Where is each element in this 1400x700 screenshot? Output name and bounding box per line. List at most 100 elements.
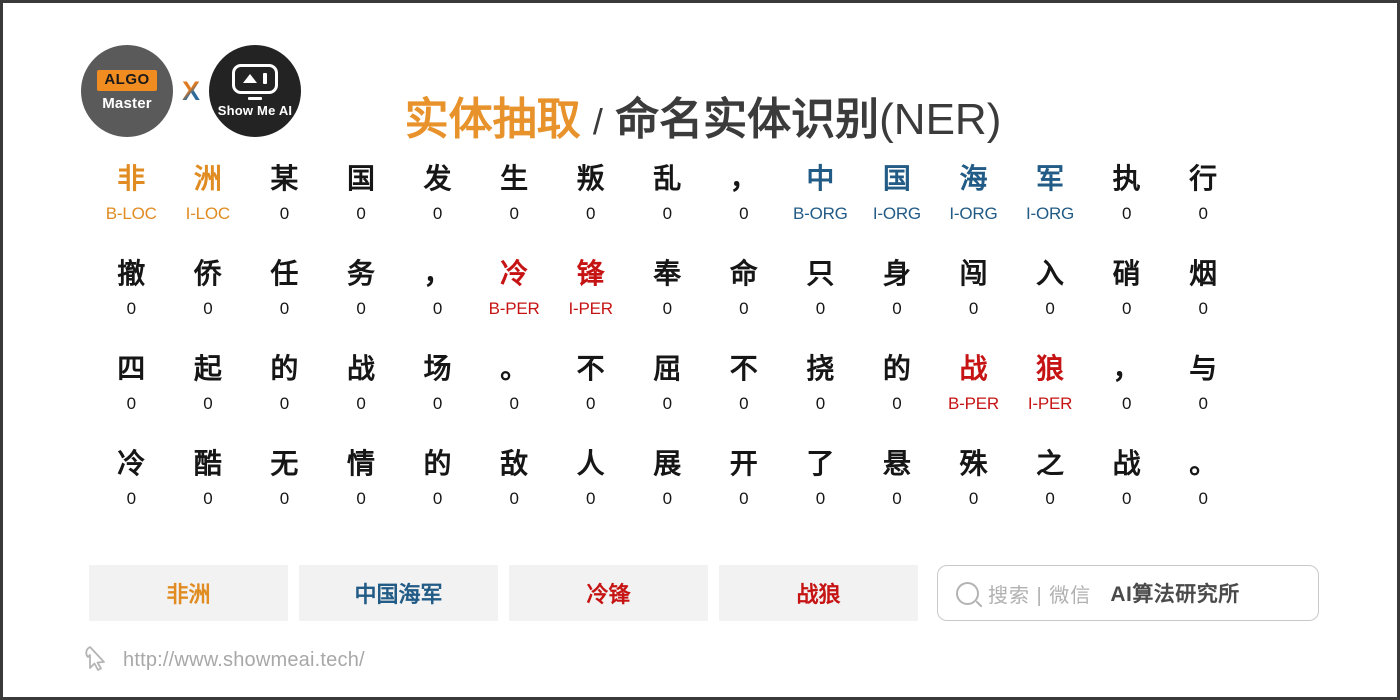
token-char: ， (729, 163, 758, 194)
token-tag-row: 0 0 0 0 0 0 0 0 0 0 0 0 0 0 0 (93, 488, 1318, 535)
page-title-dark: 命名实体识别 (615, 95, 880, 144)
token-tag: 0 (586, 489, 596, 508)
token-char: 侨 (193, 258, 222, 289)
token-tag: I-ORG (872, 204, 921, 223)
token-char: 中 (806, 163, 835, 194)
token-char: 国 (346, 163, 375, 194)
token-tag: B-PER (947, 394, 999, 413)
token-char: 入 (1036, 258, 1065, 289)
token-char: 身 (882, 258, 911, 289)
token-tag: 0 (1198, 204, 1208, 223)
token-char: 执 (1112, 163, 1141, 194)
token-char: 叛 (576, 163, 605, 194)
token-tag: 0 (356, 204, 366, 223)
token-char: 敌 (500, 448, 529, 479)
token-tag: I-LOC (185, 204, 231, 223)
token-char: 起 (193, 353, 222, 384)
token-tag: 0 (509, 204, 519, 223)
token-tag: 0 (356, 489, 366, 508)
token-tag: 0 (739, 299, 749, 318)
token-tag: 0 (815, 489, 825, 508)
token-char: 之 (1036, 448, 1065, 479)
token-char: 冷 (500, 258, 529, 289)
token-char: 的 (423, 448, 452, 479)
token-tag: 0 (739, 204, 749, 223)
token-tag: 0 (279, 204, 290, 223)
token-tag: 0 (892, 394, 902, 413)
token-tag: 0 (356, 394, 366, 413)
token-tag: 0 (1198, 299, 1208, 318)
token-char: 不 (729, 353, 758, 384)
token-tag: 0 (739, 489, 749, 508)
token-char: 悬 (882, 448, 911, 479)
token-char: 。 (500, 353, 529, 384)
token-char: 人 (576, 448, 605, 479)
token-tag: B-LOC (105, 204, 157, 223)
token-char: 与 (1189, 353, 1218, 384)
token-char: 撤 (117, 258, 146, 289)
token-char: 务 (346, 258, 375, 289)
token-tag: I-ORG (1025, 204, 1075, 223)
search-hint-label: 搜索 | 微信 (988, 584, 1092, 607)
token-tag: 0 (815, 299, 825, 318)
token-char: 发 (423, 163, 452, 194)
page-title: 实体抽取 / 命名实体识别(NER) (3, 83, 1397, 147)
entity-chip[interactable]: 战狼 (719, 565, 918, 621)
token-tag: 0 (509, 489, 519, 508)
token-char: 的 (270, 353, 299, 384)
token-char: 奉 (653, 258, 682, 289)
cursor-pointer-icon (81, 643, 111, 678)
token-tag: 0 (1198, 489, 1208, 508)
token-char-row: 冷 酷 无 情 的 敌 人 展 开 了 悬 殊 之 战 。 (93, 440, 1318, 488)
token-tag: 0 (432, 299, 443, 318)
token-char: 。 (1189, 448, 1218, 479)
page-title-orange: 实体抽取 (404, 95, 581, 144)
token-tag: 0 (1121, 489, 1132, 508)
token-char: 命 (729, 258, 758, 289)
token-tag: B-PER (488, 299, 540, 318)
token-tag: 0 (126, 394, 136, 413)
token-char: 了 (806, 448, 835, 479)
token-tag: 0 (1121, 394, 1132, 413)
entity-chip[interactable]: 冷锋 (509, 565, 708, 621)
token-char: 四 (117, 353, 146, 384)
token-char: 闯 (959, 258, 988, 289)
token-tag-row: 0 0 0 0 0 0 0 0 0 0 0 B-PER I-PER 0 0 (93, 393, 1318, 440)
token-tag: 0 (432, 204, 443, 223)
token-char: 军 (1036, 163, 1065, 194)
entity-chip[interactable]: 非洲 (89, 565, 288, 621)
token-tag: 0 (1198, 394, 1208, 413)
token-tag: I-ORG (949, 204, 998, 223)
ner-token-grid: 非 洲 某 国 发 生 叛 乱 ， 中 国 海 军 执 行 B-LOC I-LOC 0 0 0 0 0 0 0 B-ORG I-O… (93, 155, 1318, 535)
token-char: 战 (1112, 448, 1141, 479)
token-char: 只 (806, 258, 835, 289)
token-tag: 0 (892, 299, 902, 318)
token-char-row: 四 起 的 战 场 。 不 屈 不 挠 的 战 狼 ， 与 (93, 345, 1318, 393)
wechat-search-box[interactable]: 搜索 | 微信 AI算法研究所 (937, 565, 1319, 621)
token-tag: 0 (126, 299, 136, 318)
token-tag: 0 (968, 489, 979, 508)
token-char: 海 (959, 163, 988, 194)
token-char: 国 (882, 163, 911, 194)
token-char: 某 (270, 163, 299, 194)
token-tag: 0 (586, 394, 596, 413)
token-tag-row: 0 0 0 0 0 B-PER I-PER 0 0 0 0 0 0 0 0 (93, 298, 1318, 345)
token-char: 冷 (117, 448, 146, 479)
token-tag: 0 (1045, 489, 1055, 508)
token-tag: 0 (203, 394, 213, 413)
token-char: 乱 (653, 163, 682, 194)
token-char: ， (1112, 353, 1141, 384)
token-tag: 0 (432, 394, 443, 413)
token-tag: 0 (279, 299, 290, 318)
token-tag: 0 (432, 489, 443, 508)
token-char: 情 (346, 448, 375, 479)
token-tag: 0 (126, 489, 136, 508)
entity-chip-row: 非洲 中国海军 冷锋 战狼 搜索 | 微信 AI算法研究所 (89, 565, 1319, 621)
token-char: 洲 (193, 163, 222, 194)
entity-chip[interactable]: 中国海军 (299, 565, 498, 621)
footer: http://www.showmeai.tech/ (81, 643, 365, 678)
token-char: 场 (423, 353, 452, 384)
token-tag: 0 (1121, 299, 1132, 318)
token-char-row: 撤 侨 任 务 ， 冷 锋 奉 命 只 身 闯 入 硝 烟 (93, 250, 1318, 298)
token-tag: 0 (1045, 299, 1055, 318)
